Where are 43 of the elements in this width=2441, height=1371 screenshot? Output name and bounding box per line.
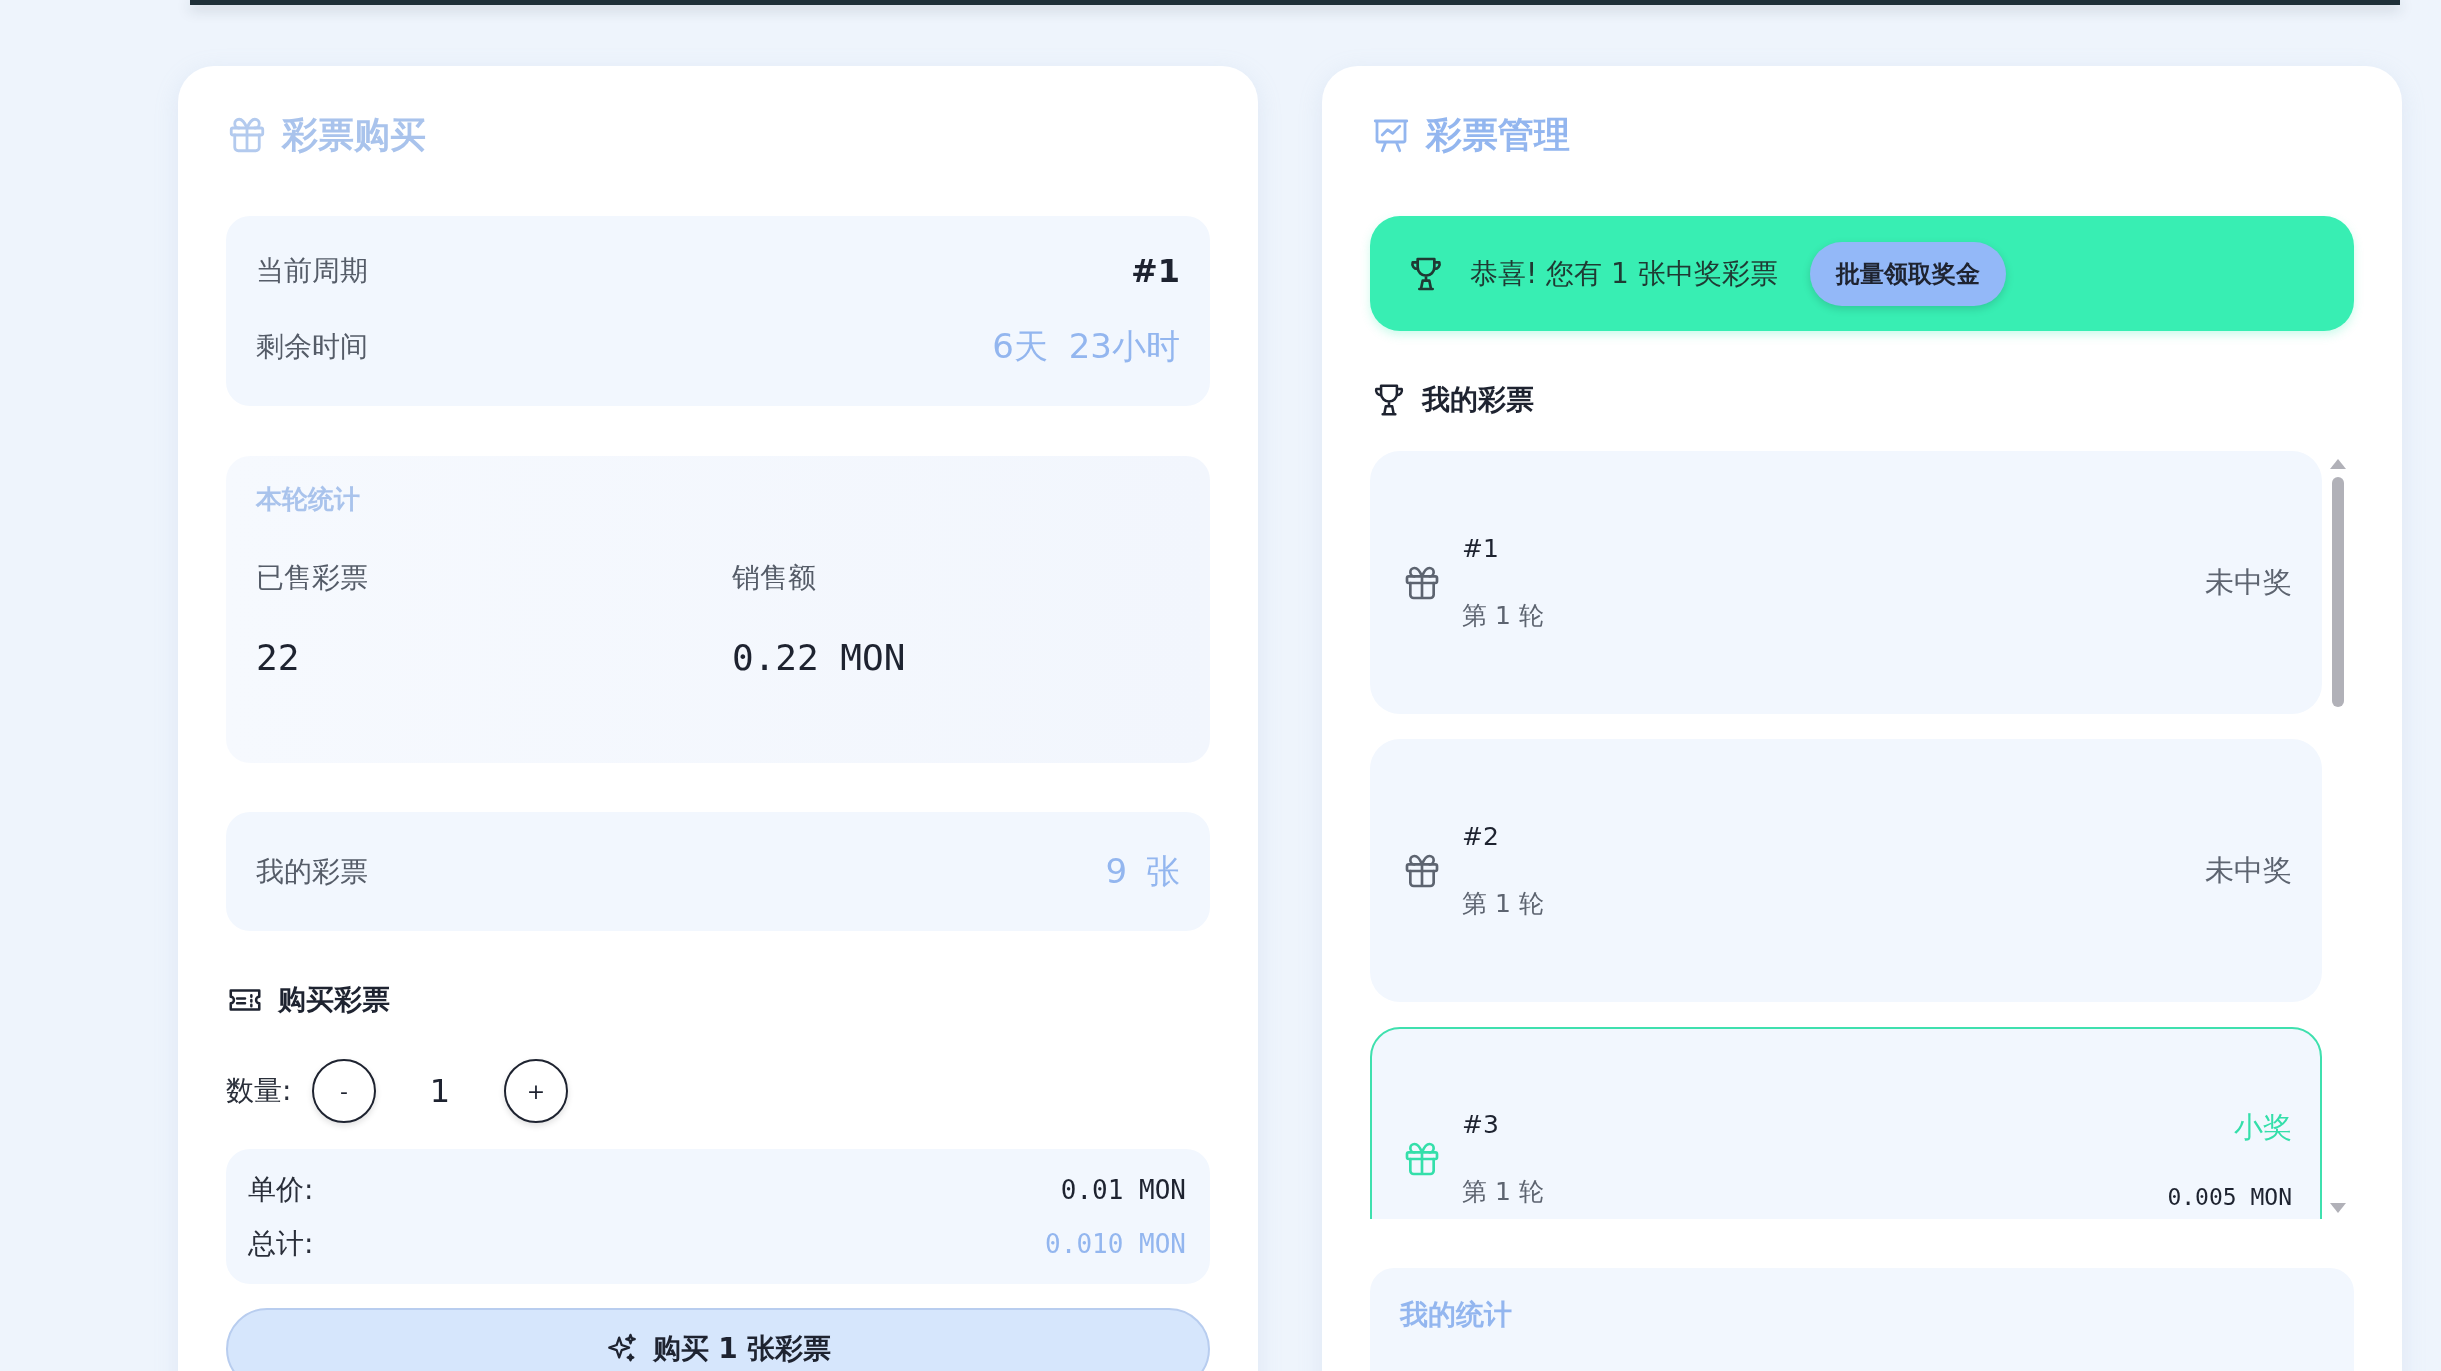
remaining-value: 6天 23小时 xyxy=(992,325,1180,368)
ticket-round: 第 1 轮 xyxy=(1462,599,1545,632)
banner-message: 恭喜! 您有 1 张中奖彩票 xyxy=(1470,255,1778,292)
ticket-number: #1 xyxy=(1462,533,1500,563)
total-label: 总计: xyxy=(248,1225,314,1262)
stat-label: 已售彩票 xyxy=(256,560,369,596)
ticket-status: 小奖 xyxy=(2234,1108,2292,1146)
claim-all-button[interactable]: 批量领取奖金 xyxy=(1809,241,2006,306)
ticket-round: 第 1 轮 xyxy=(1462,1175,1545,1208)
section-title: 我的彩票 xyxy=(1422,382,1534,418)
unit-price-value: 0.01 MON xyxy=(1060,1174,1186,1205)
unit-price-label: 单价: xyxy=(248,1171,314,1208)
ticket-status: 未中奖 xyxy=(2205,563,2292,601)
scroll-down-icon xyxy=(2330,1203,2346,1213)
ticket-number: #3 xyxy=(1462,1109,1500,1139)
period-label: 当前周期 xyxy=(256,253,368,289)
ticket-card[interactable]: #2 第 1 轮 未中奖 xyxy=(1370,739,2322,1002)
ticket-status: 未中奖 xyxy=(2205,851,2292,889)
section-title: 购买彩票 xyxy=(278,982,390,1018)
ticket-card[interactable]: #3 第 1 轮 小奖 0.005 MON xyxy=(1370,1027,2322,1219)
remaining-label: 剩余时间 xyxy=(256,329,368,365)
ticket-number: #2 xyxy=(1462,821,1500,851)
prize-amount: 0.005 MON xyxy=(2167,1183,2292,1210)
increment-button[interactable]: + xyxy=(504,1059,568,1123)
ticket-count: 9 张 xyxy=(1105,849,1180,893)
ticket-card[interactable]: #1 第 1 轮 未中奖 xyxy=(1370,451,2322,714)
quantity-value: 1 xyxy=(428,1072,452,1110)
ticket-round: 第 1 轮 xyxy=(1462,887,1545,920)
period-value: #1 xyxy=(1130,252,1180,290)
scrollbar-thumb[interactable] xyxy=(2332,477,2344,707)
stats-title: 我的统计 xyxy=(1400,1298,1512,1331)
stat-label: 销售额 xyxy=(732,560,817,596)
my-tickets-label: 我的彩票 xyxy=(256,853,368,890)
panel-title: 彩票管理 xyxy=(1426,112,1570,157)
scroll-up-icon xyxy=(2330,459,2346,469)
decrement-button[interactable]: - xyxy=(312,1059,376,1123)
panel-title: 彩票购买 xyxy=(282,112,426,157)
stats-title: 本轮统计 xyxy=(256,483,361,516)
stat-value: 0.22 MON xyxy=(732,637,907,678)
total-value: 0.010 MON xyxy=(1045,1228,1186,1259)
quantity-label: 数量: xyxy=(226,1073,293,1109)
buy-button[interactable]: 购买 1 张彩票 xyxy=(226,1308,1210,1371)
stat-value: 22 xyxy=(256,637,301,678)
